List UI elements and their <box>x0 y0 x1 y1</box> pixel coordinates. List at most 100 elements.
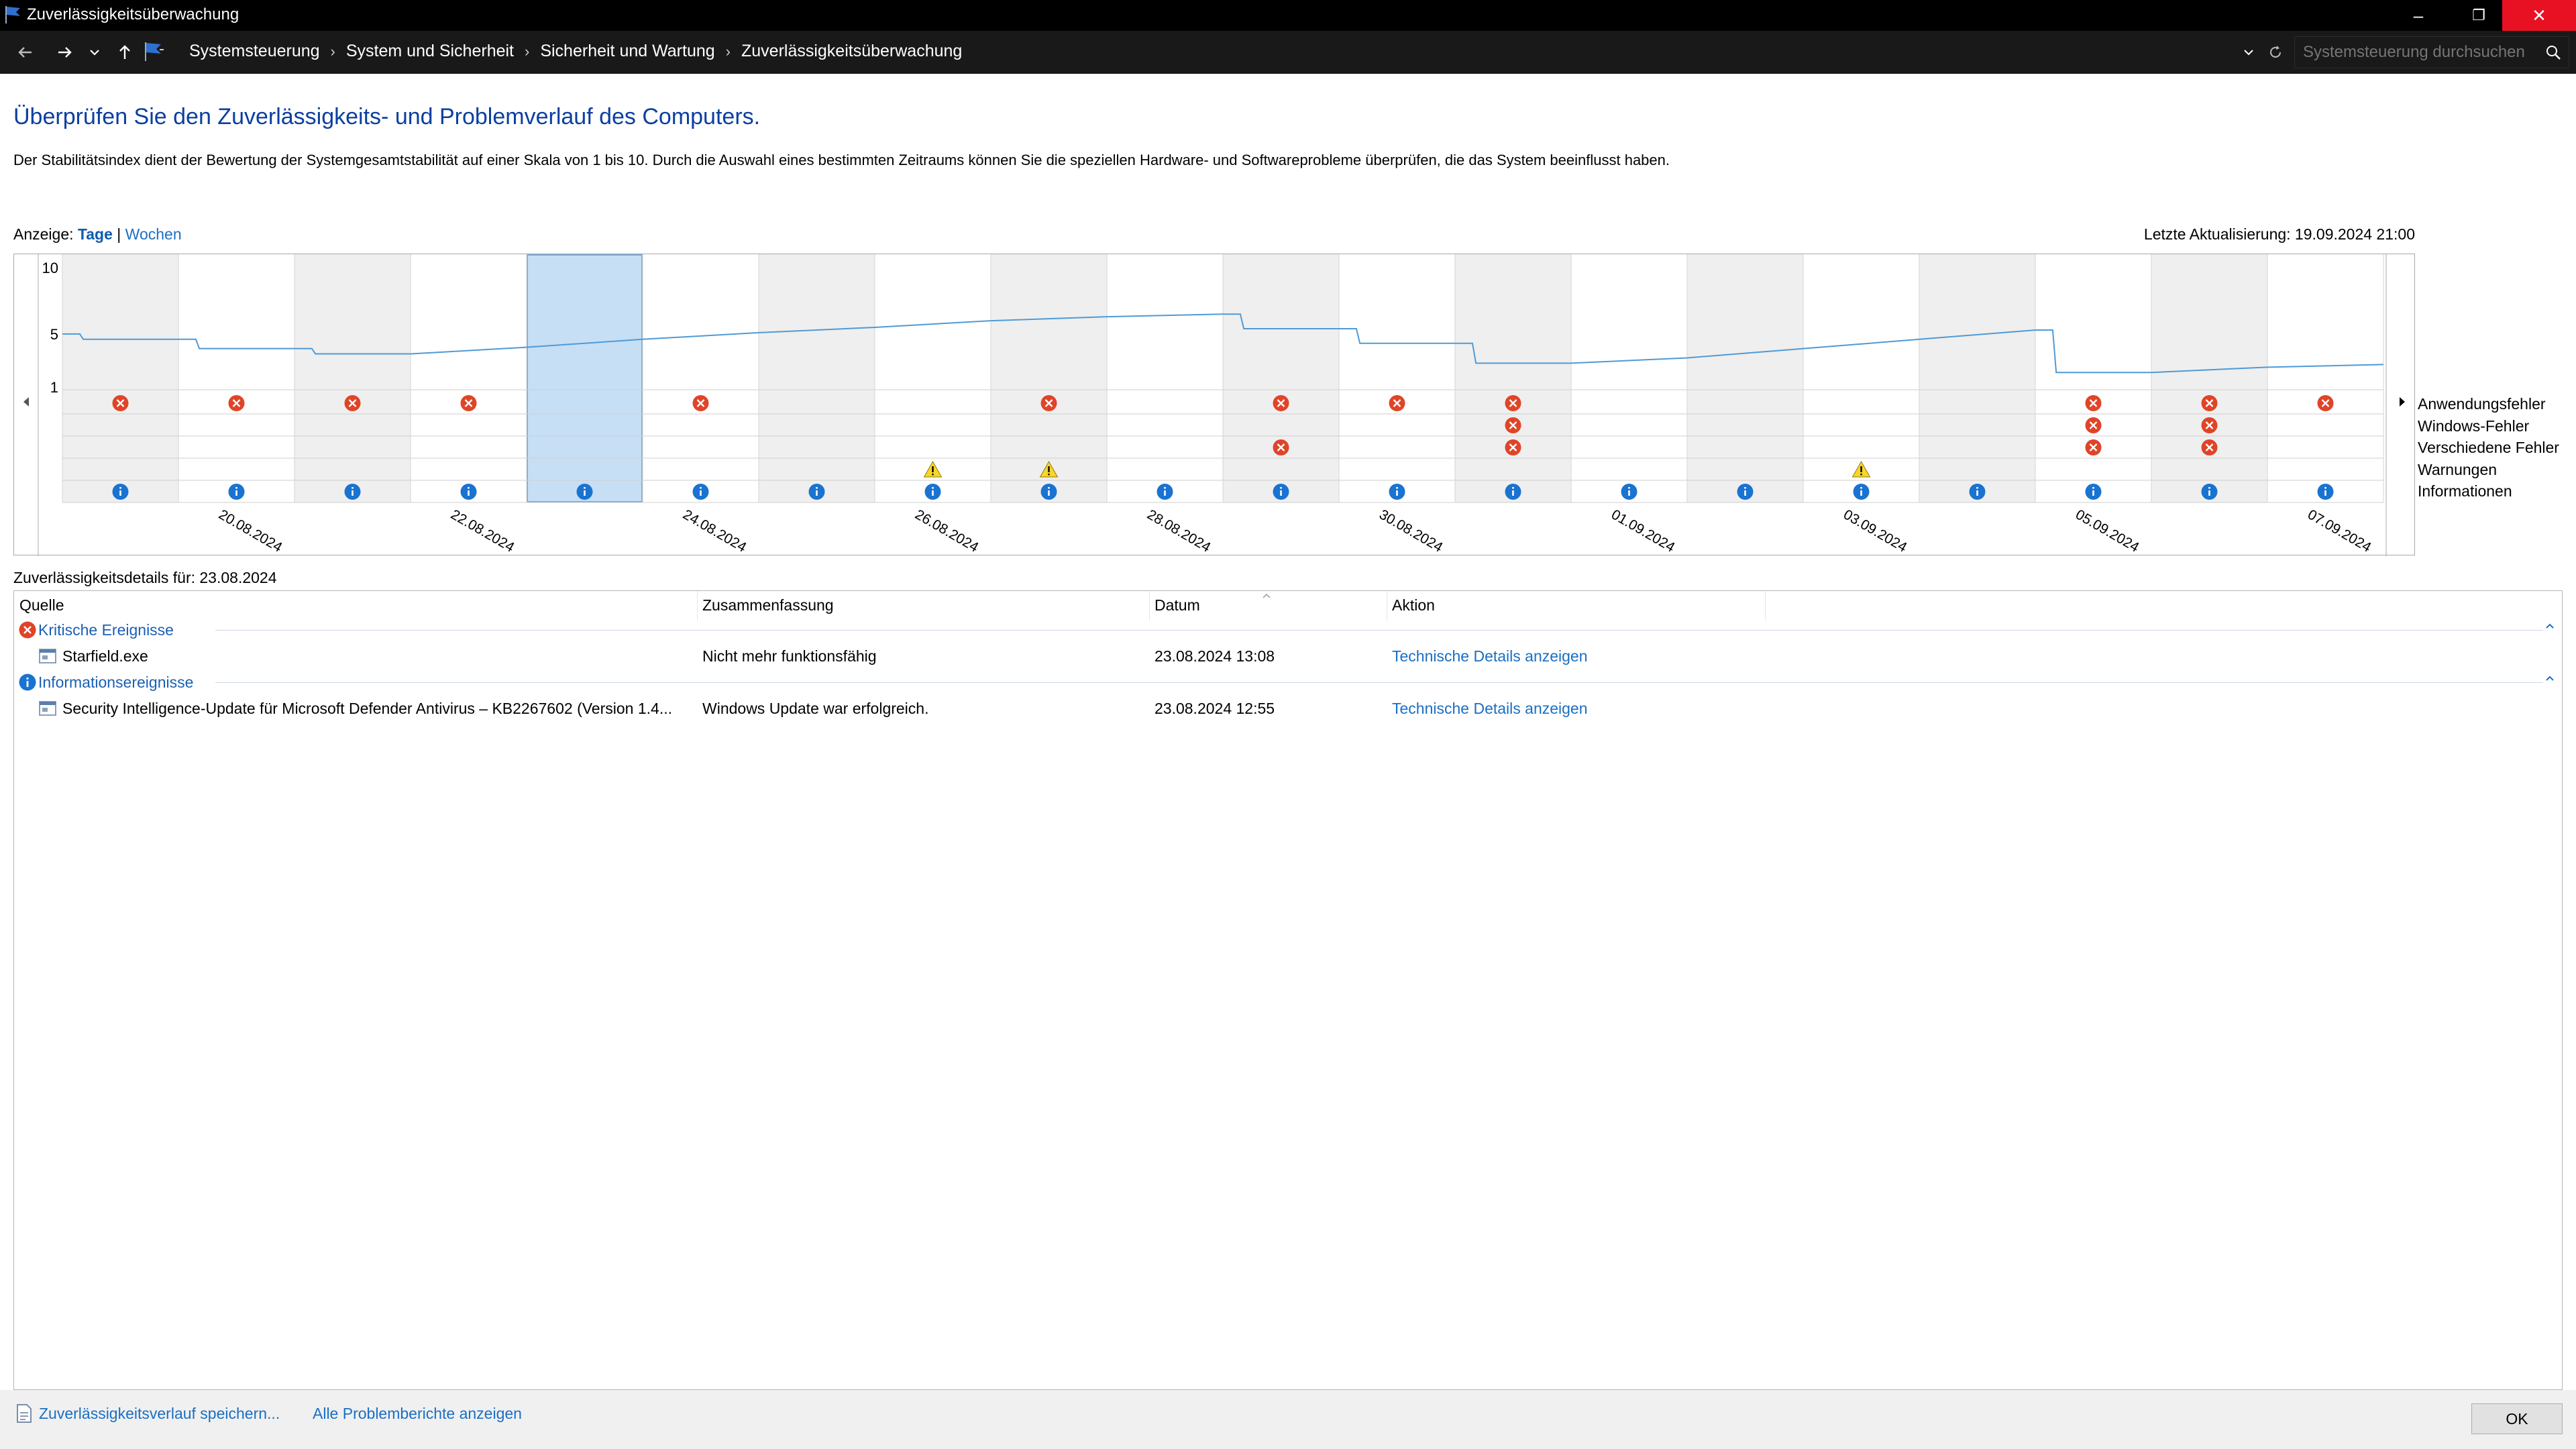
date-label: 05.09.2024 <box>2073 506 2142 555</box>
day-column[interactable] <box>1223 254 1339 502</box>
day-column[interactable] <box>62 254 178 502</box>
info-icon-bar <box>816 490 818 496</box>
arrow-left-icon <box>18 47 32 58</box>
group-header-information[interactable]: Informationsereignisse <box>18 673 193 692</box>
warning-icon-mark <box>1860 466 1862 472</box>
day-column[interactable] <box>1687 254 1803 502</box>
day-column[interactable] <box>643 254 759 502</box>
column-header-action[interactable]: Aktion <box>1392 596 1435 614</box>
search-box[interactable] <box>2294 36 2569 68</box>
up-button[interactable] <box>111 39 138 66</box>
breadcrumb-item[interactable]: Systemsteuerung <box>189 42 320 61</box>
column-header-summary[interactable]: Zusammenfassung <box>702 596 834 614</box>
save-document-icon[interactable] <box>15 1403 34 1424</box>
info-icon-bar <box>584 490 586 496</box>
search-icon[interactable] <box>2544 44 2562 61</box>
row-summary: Nicht mehr funktionsfähig <box>702 647 877 665</box>
info-icon-dot <box>816 487 818 489</box>
info-icon-bar <box>468 490 470 496</box>
control-panel-flag-icon <box>145 42 164 61</box>
breadcrumb-item[interactable]: Sicherheit und Wartung <box>540 42 714 61</box>
info-icon-bar <box>119 490 121 496</box>
info-icon-dot <box>235 487 237 489</box>
scroll-left-arrow[interactable] <box>23 397 29 407</box>
row-date: 23.08.2024 13:08 <box>1155 647 1275 665</box>
info-icon-bar <box>1860 490 1862 496</box>
reliability-chart-svg[interactable]: 10 5 1 20.08.2024 22.08.2024 24.08.2024 26.08.… <box>14 254 2416 556</box>
scroll-right-arrow[interactable] <box>2400 397 2405 407</box>
row-source: Starfield.exe <box>62 647 148 665</box>
date-label: 26.08.2024 <box>912 506 981 555</box>
breadcrumb: Systemsteuerung › System und Sicherheit … <box>189 42 962 61</box>
day-column[interactable] <box>1919 254 2035 502</box>
info-icon-dot <box>1744 487 1746 489</box>
day-column[interactable] <box>1107 254 1223 502</box>
close-button[interactable]: ✕ <box>2502 0 2576 31</box>
info-icon-dot <box>1164 487 1166 489</box>
column-divider[interactable] <box>1149 591 1150 621</box>
row-source: Security Intelligence-Update für Microso… <box>62 700 672 717</box>
error-icon <box>19 621 36 639</box>
arrow-up-icon <box>119 45 130 59</box>
info-icon-bar <box>352 490 354 496</box>
flag-icon <box>5 6 20 23</box>
collapse-icon[interactable] <box>2544 674 2555 682</box>
recent-locations-button[interactable] <box>85 39 105 66</box>
technical-details-link[interactable]: Technische Details anzeigen <box>1392 700 1588 718</box>
back-button[interactable] <box>12 39 39 66</box>
chevron-right-icon[interactable]: › <box>331 43 335 60</box>
info-icon-bar <box>1628 490 1630 496</box>
view-days-link[interactable]: Tage <box>78 225 113 243</box>
save-history-link[interactable]: Zuverlässigkeitsverlauf speichern... <box>39 1405 280 1423</box>
date-label: 30.08.2024 <box>1377 506 1446 555</box>
chevron-down-icon <box>90 50 99 56</box>
group-divider <box>215 682 2543 683</box>
column-header-date[interactable]: Datum <box>1155 596 1200 614</box>
breadcrumb-item[interactable]: System und Sicherheit <box>346 42 514 61</box>
day-column[interactable] <box>2151 254 2267 502</box>
y-tick-label: 1 <box>50 379 58 396</box>
navigation-bar: Systemsteuerung › System und Sicherheit … <box>0 31 2576 74</box>
forward-button[interactable] <box>51 39 78 66</box>
day-column[interactable] <box>1571 254 1687 502</box>
warning-icon-mark <box>1048 466 1050 472</box>
view-selector: Anzeige: Tage | Wochen <box>13 225 182 244</box>
all-problem-reports-link[interactable]: Alle Problemberichte anzeigen <box>313 1405 522 1423</box>
view-separator: | <box>117 225 121 243</box>
reliability-chart[interactable]: 10 5 1 20.08.2024 22.08.2024 24.08.2024 26.08.… <box>13 254 2416 556</box>
view-label: Anzeige: <box>13 225 74 243</box>
table-row[interactable]: Security Intelligence-Update für Microso… <box>14 700 2562 720</box>
day-column[interactable] <box>1455 254 1571 502</box>
refresh-button[interactable] <box>2262 39 2289 66</box>
day-column[interactable] <box>1339 254 1455 502</box>
date-label: 22.08.2024 <box>448 506 517 555</box>
day-column[interactable] <box>527 254 643 502</box>
info-icon-bar <box>1512 490 1514 496</box>
info-icon-bar <box>1280 490 1282 496</box>
day-column[interactable] <box>2267 254 2383 502</box>
info-icon-bar <box>2208 490 2210 496</box>
info-icon-dot <box>1396 487 1398 489</box>
last-update: Letzte Aktualisierung: 19.09.2024 21:00 <box>2143 225 2415 243</box>
chevron-right-icon[interactable]: › <box>525 43 529 60</box>
chevron-right-icon[interactable]: › <box>726 43 731 60</box>
column-divider[interactable] <box>1765 591 1766 621</box>
info-icon-bar <box>932 490 934 496</box>
column-divider[interactable] <box>697 591 698 621</box>
column-header-source[interactable]: Quelle <box>19 596 64 614</box>
day-column[interactable] <box>411 254 527 502</box>
search-input[interactable] <box>2303 42 2531 62</box>
technical-details-link[interactable]: Technische Details anzeigen <box>1392 647 1588 665</box>
view-weeks-link[interactable]: Wochen <box>125 225 182 243</box>
chart-legend: Anwendungsfehler Windows-Fehler Verschie… <box>2418 393 2559 502</box>
day-column[interactable] <box>2035 254 2151 502</box>
address-dropdown-button[interactable] <box>2237 39 2261 66</box>
collapse-icon[interactable] <box>2544 622 2555 630</box>
day-column[interactable] <box>759 254 875 502</box>
group-header-critical[interactable]: Kritische Ereignisse <box>18 621 174 639</box>
breadcrumb-item[interactable]: Zuverlässigkeitsüberwachung <box>741 42 962 61</box>
table-row[interactable]: Starfield.exe Nicht mehr funktionsfähig … <box>14 647 2562 667</box>
ok-button[interactable]: OK <box>2471 1403 2563 1434</box>
day-column[interactable] <box>294 254 411 502</box>
day-column[interactable] <box>178 254 294 502</box>
